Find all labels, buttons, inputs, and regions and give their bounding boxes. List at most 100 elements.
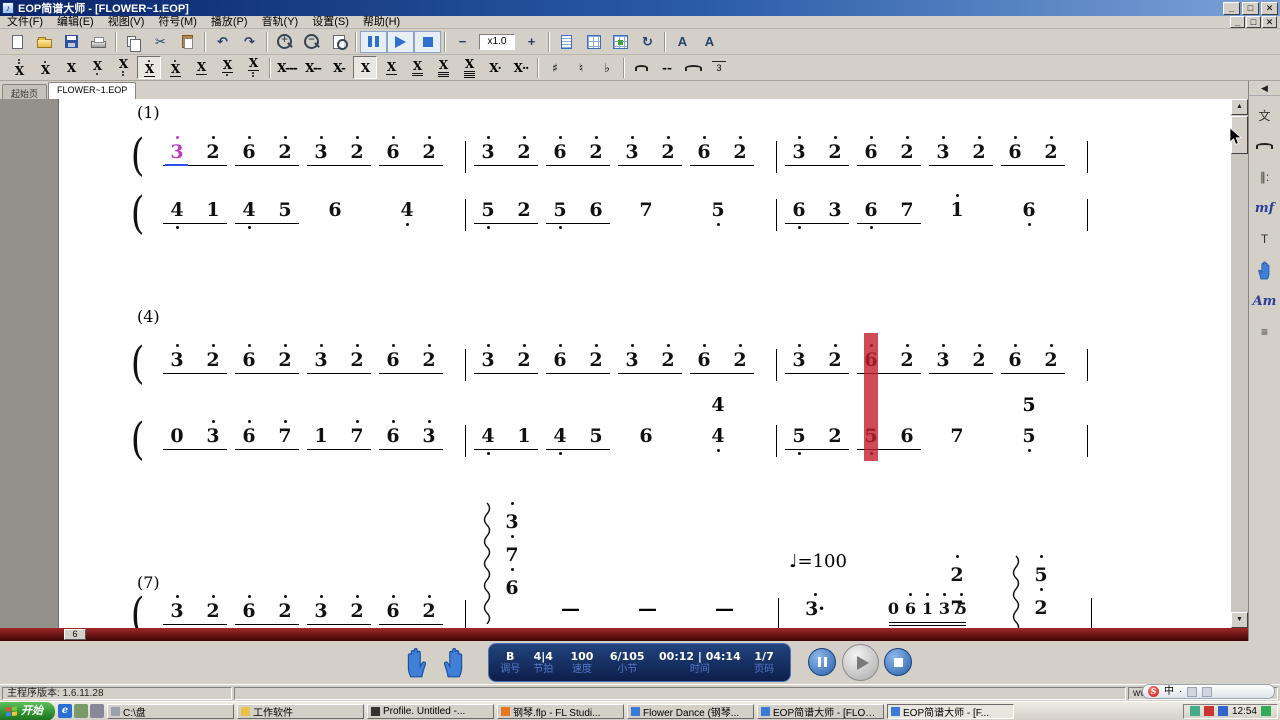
note[interactable]: 3	[159, 136, 195, 166]
note[interactable]: 2	[195, 344, 231, 371]
taskbar-task-button[interactable]: 钢琴.flp - FL Studi...	[497, 703, 624, 719]
note[interactable]: 2	[506, 136, 542, 163]
child-restore-button[interactable]: □	[1246, 16, 1261, 28]
tie-tool[interactable]	[1252, 134, 1278, 158]
note[interactable]: 6	[686, 344, 722, 371]
single-page-view-button[interactable]	[553, 31, 580, 53]
tray-icon[interactable]	[1203, 706, 1214, 716]
palette-note-button[interactable]: X	[7, 56, 31, 79]
stop-button[interactable]	[414, 30, 441, 53]
note[interactable]: 2	[339, 344, 375, 371]
zoom-out-button[interactable]	[298, 31, 325, 53]
note[interactable]: 4	[542, 425, 578, 447]
note[interactable]: 2	[339, 136, 375, 163]
note[interactable]: 2	[267, 344, 303, 371]
note[interactable]: 6	[542, 136, 578, 163]
play-button[interactable]	[387, 30, 414, 53]
menu-item[interactable]: 编辑(E)	[50, 16, 101, 29]
note[interactable]: 2	[722, 344, 758, 371]
note[interactable]: 2	[722, 136, 758, 163]
note[interactable]: 44	[700, 394, 736, 447]
tray-icon[interactable]	[1217, 706, 1228, 716]
note[interactable]: 7	[628, 199, 664, 221]
note[interactable]: 4	[231, 199, 267, 221]
note[interactable]: 3	[159, 595, 195, 622]
note[interactable]: 5	[781, 425, 817, 447]
note[interactable]: 3	[494, 502, 530, 535]
minimize-button[interactable]: _	[1223, 1, 1240, 15]
note[interactable]: 6	[375, 420, 411, 447]
note[interactable]: 3·	[797, 593, 833, 620]
note[interactable]: 3	[614, 136, 650, 163]
tempo-down-button[interactable]: −	[449, 31, 476, 53]
palette-note-button[interactable]: X	[431, 56, 455, 79]
note[interactable]: 6	[375, 595, 411, 622]
note[interactable]: 6	[781, 199, 817, 221]
note[interactable]: 6	[231, 595, 267, 622]
tab-start-page[interactable]: 起始页	[2, 84, 48, 99]
font-style-2-button[interactable]: A	[696, 31, 723, 53]
palette-note-button[interactable]: X	[353, 56, 377, 79]
menu-item[interactable]: 设置(S)	[305, 16, 356, 29]
scale-display-button[interactable]: x1.0	[476, 31, 518, 53]
playback-progress-strip[interactable]: 6	[0, 628, 1248, 641]
palette-note-button[interactable]: X··	[509, 56, 533, 79]
note[interactable]: 3	[470, 344, 506, 371]
scroll-up-icon[interactable]: ▲	[1231, 99, 1248, 115]
palette-note-button[interactable]: X	[379, 56, 403, 79]
quicklaunch-icon[interactable]	[90, 704, 104, 718]
note[interactable]: 2	[817, 425, 853, 447]
note[interactable]: 6	[317, 199, 353, 221]
note[interactable]: 6	[686, 136, 722, 163]
quicklaunch-icon[interactable]: e	[58, 704, 72, 718]
taskbar-task-button[interactable]: EOP简谱大师 - [FLOW...	[757, 703, 884, 719]
vertical-scrollbar[interactable]: ▲ ▼	[1231, 99, 1248, 628]
note[interactable]: 2	[961, 344, 997, 371]
note[interactable]: 2	[650, 344, 686, 371]
open-file-button[interactable]	[31, 31, 58, 53]
palette-note-button[interactable]: X	[85, 56, 109, 79]
note[interactable]: 2	[195, 595, 231, 622]
note[interactable]: 5	[578, 425, 614, 447]
child-minimize-button[interactable]: _	[1230, 16, 1245, 28]
note[interactable]: 6	[375, 136, 411, 163]
palette-note-button[interactable]: X	[241, 56, 265, 79]
palette-note-button[interactable]: X	[111, 56, 135, 79]
pause-button[interactable]	[808, 648, 836, 676]
note[interactable]: 2	[817, 136, 853, 163]
note[interactable]: 2	[889, 136, 925, 163]
right-hand-icon[interactable]	[440, 646, 470, 681]
note[interactable]: 6	[494, 568, 530, 601]
palette-note-button[interactable]: X	[189, 56, 213, 79]
redo-button[interactable]: ↷	[236, 31, 263, 53]
grid-view-button[interactable]	[607, 31, 634, 53]
note[interactable]: 6	[1011, 199, 1047, 221]
note[interactable]: 5	[470, 199, 506, 221]
taskbar-task-button[interactable]: Flower Dance (钢琴...	[627, 703, 754, 719]
menu-item[interactable]: 帮助(H)	[356, 16, 407, 29]
repeat-tool[interactable]: ∥:	[1252, 165, 1278, 189]
note[interactable]: 2	[1033, 344, 1069, 371]
note[interactable]: 2	[817, 344, 853, 371]
note[interactable]: 3	[936, 593, 953, 620]
palette-note-button[interactable]: X	[59, 56, 83, 79]
text-tool[interactable]: T	[1252, 227, 1278, 251]
maximize-button[interactable]: □	[1242, 1, 1259, 15]
cut-button[interactable]: ✂	[147, 31, 174, 53]
scroll-down-icon[interactable]: ▼	[1231, 612, 1248, 628]
palette-note-button[interactable]: X·	[483, 56, 507, 79]
menu-item[interactable]: 文件(F)	[0, 16, 50, 29]
note[interactable]: 1	[303, 425, 339, 447]
page-zoom-button[interactable]	[325, 31, 352, 53]
note[interactable]: 3	[925, 344, 961, 371]
menu-item[interactable]: 音轨(Y)	[255, 16, 306, 29]
note[interactable]: 6	[997, 344, 1033, 371]
print-button[interactable]	[85, 31, 112, 53]
copy-button[interactable]	[120, 31, 147, 53]
note[interactable]: 2	[578, 136, 614, 163]
pause-button[interactable]	[360, 30, 387, 53]
palette-note-button[interactable]: 3	[707, 56, 731, 79]
track-lines-tool[interactable]: ≡	[1252, 320, 1278, 344]
note[interactable]: 7	[889, 199, 925, 221]
note[interactable]: 7	[339, 420, 375, 447]
